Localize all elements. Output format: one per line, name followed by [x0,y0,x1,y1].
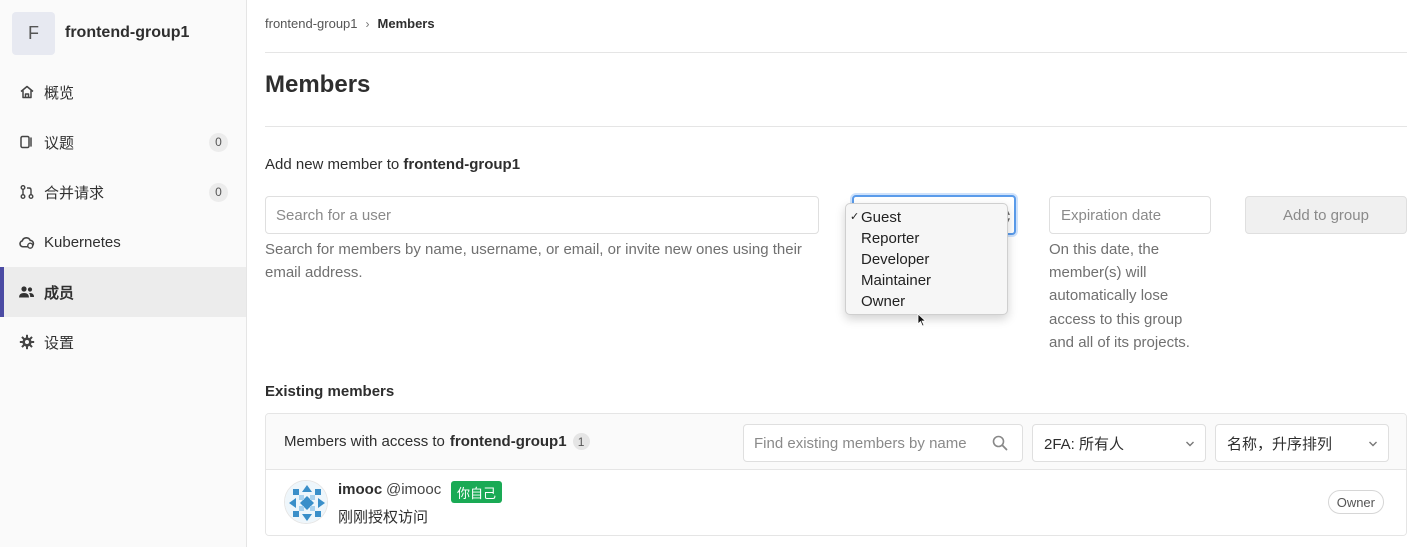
breadcrumb-group-link[interactable]: frontend-group1 [265,16,358,31]
group-name[interactable]: frontend-group1 [65,24,189,42]
role-option-label: Developer [861,251,930,268]
search-user-help: Search for members by name, username, or… [265,241,802,281]
filter-2fa-value: 2FA: 所有人 [1044,435,1125,453]
sidebar-item-kubernetes[interactable]: Kubernetes [0,217,246,267]
sidebar-item-label: 概览 [44,84,75,102]
filter-2fa-dropdown[interactable]: 2FA: 所有人 [1032,424,1206,462]
search-icon[interactable] [991,434,1009,452]
expiration-date-input[interactable] [1049,196,1211,234]
role-option-maintainer[interactable]: Maintainer [846,270,1007,291]
sidebar-item-label: 设置 [44,334,75,352]
member-access-time: 刚刚授权访问 [338,509,429,526]
issues-count-badge: 0 [209,132,228,152]
group-header[interactable]: F frontend-group1 [12,11,189,55]
member-role-badge: Owner [1327,490,1384,514]
add-to-group-button[interactable]: Add to group [1245,196,1407,234]
sidebar-item-label: 成员 [44,284,75,302]
role-dropdown-menu: ✓ Guest Reporter Developer Maintainer Ow… [845,203,1008,315]
members-header-label: Members with access to frontend-group1 1 [284,433,590,450]
gear-icon [18,334,35,351]
members-header-prefix: Members with access to [284,433,445,450]
breadcrumb: frontend-group1 › Members [265,16,435,31]
divider [265,126,1407,127]
sidebar-item-label: Kubernetes [44,233,121,251]
avatar[interactable] [284,480,328,524]
mouse-cursor-icon [917,313,927,327]
sidebar-item-overview[interactable]: 概览 [0,67,246,117]
chevron-down-icon [1186,441,1194,447]
add-member-heading-group: frontend-group1 [403,156,521,173]
sidebar: F frontend-group1 概览 议题 0 合并请求 0 Kuberne… [0,0,247,547]
members-panel-header: Members with access to frontend-group1 1… [266,414,1406,470]
you-badge: 你自己 [451,481,503,503]
search-user-input[interactable] [265,196,819,234]
role-option-label: Reporter [861,230,920,247]
role-option-guest[interactable]: ✓ Guest [846,207,1007,228]
divider [265,52,1407,53]
chevron-down-icon [1369,441,1377,447]
issues-icon [18,134,35,151]
checkmark-icon: ✓ [850,211,860,223]
sidebar-item-issues[interactable]: 议题 0 [0,117,246,167]
role-option-owner[interactable]: Owner [846,291,1007,312]
group-avatar: F [12,11,55,55]
sidebar-item-label: 议题 [44,134,75,152]
expiration-help: On this date, the member(s) will automat… [1049,241,1190,351]
sort-dropdown[interactable]: 名称，升序排列 [1215,424,1389,462]
role-option-label: Owner [861,293,906,310]
members-panel: Members with access to frontend-group1 1… [265,413,1407,536]
add-member-heading-prefix: Add new member to [265,156,400,173]
role-option-label: Maintainer [861,272,932,289]
sidebar-item-label: 合并请求 [44,184,105,202]
merge-request-icon [18,184,35,201]
page-title: Members [265,71,371,98]
role-option-label: Guest [861,209,902,226]
sidebar-item-settings[interactable]: 设置 [0,317,246,367]
member-name[interactable]: imooc [338,481,382,498]
role-option-reporter[interactable]: Reporter [846,228,1007,249]
find-members-input[interactable] [743,424,1023,462]
merge-requests-count-badge: 0 [209,182,228,202]
breadcrumb-current[interactable]: Members [378,16,435,31]
member-row: imooc @imooc 你自己 刚刚授权访问 Owner [266,470,1406,535]
kubernetes-icon [18,234,35,251]
home-icon [18,84,35,101]
existing-members-heading: Existing members [265,383,395,400]
sort-value: 名称，升序排列 [1227,435,1333,453]
member-username: @imooc [386,481,442,498]
role-option-developer[interactable]: Developer [846,249,1007,270]
sidebar-item-members[interactable]: 成员 [0,267,246,317]
add-member-heading: Add new member to frontend-group1 [265,156,520,173]
member-count-badge: 1 [572,433,590,450]
users-icon [18,284,35,301]
chevron-right-icon: › [365,16,370,31]
sidebar-item-merge-requests[interactable]: 合并请求 0 [0,167,246,217]
members-header-group: frontend-group1 [449,433,567,450]
